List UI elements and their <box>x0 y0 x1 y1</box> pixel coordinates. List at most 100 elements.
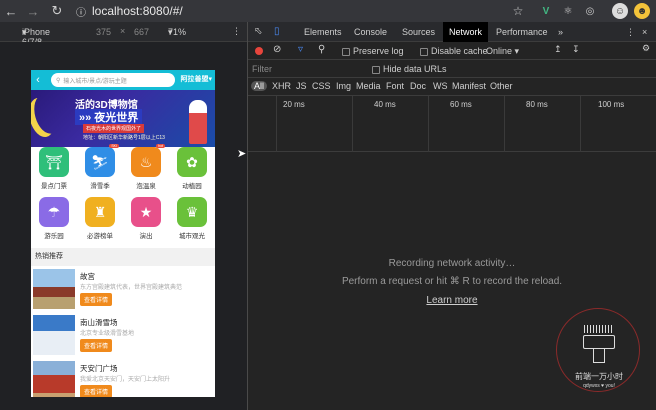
item-description: 东方宫殿建筑代表，世界宫殿建筑典范 <box>80 285 183 291</box>
category-zoo[interactable]: ✿ 动植园 <box>169 147 215 190</box>
banner-subtitle: »» 夜光世界 <box>75 109 143 125</box>
theater-icon: ★ <box>131 197 161 227</box>
details-button[interactable]: 查看详情 <box>80 293 113 306</box>
banner-tagline: 石夜光木的世界观国外了 <box>83 124 145 133</box>
type-js[interactable]: JS <box>296 81 307 91</box>
category-hotspring[interactable]: ♨ hot 泡温泉 <box>123 144 169 190</box>
watermark-logo: 前端一万小时 qdywxs ♥ you! <box>556 308 640 392</box>
category-tickets[interactable]: ⛩ 景点门票 <box>31 147 77 190</box>
dimension-separator-icon: × <box>120 26 126 36</box>
devtools-tabbar: ⬁ ▯ Elements Console Sources Network Per… <box>248 22 656 42</box>
react-devtools-icon[interactable]: ⚛ <box>560 3 576 19</box>
device-select[interactable]: iPhone 6/7/8 ▾ <box>22 27 50 47</box>
device-height[interactable]: 667 <box>134 27 149 37</box>
device-width[interactable]: 375 <box>96 27 111 37</box>
avatar[interactable]: ☺ <box>612 3 628 19</box>
more-options-icon[interactable]: ⋮ <box>232 26 241 37</box>
type-xhr[interactable]: XHR <box>272 81 291 91</box>
star-icon[interactable]: ☆ <box>510 3 526 19</box>
vue-devtools-icon[interactable]: V <box>538 3 554 19</box>
phone-screen: ‹ ⚲ 输入城市/景点/游玩主题 阿拉善盟▾ 活的3D博物馆 »» 夜光世界 石… <box>31 70 215 397</box>
category-sightseeing[interactable]: ♛ 城市观光 <box>169 197 215 240</box>
settings-icon[interactable]: ⚙ <box>642 43 650 54</box>
item-description: 我爱北京天安门，天安门上太阳升 <box>80 377 171 383</box>
type-img[interactable]: Img <box>336 81 351 91</box>
search-icon[interactable]: ⚲ <box>318 44 325 55</box>
item-title: 故宫 <box>80 272 95 281</box>
export-icon[interactable]: ↧ <box>572 44 580 55</box>
import-icon[interactable]: ↥ <box>554 44 562 55</box>
tab-sources[interactable]: Sources <box>402 22 435 42</box>
zoom-select[interactable]: 71% ▾ <box>168 27 186 38</box>
menu-icon[interactable]: ⋮ <box>626 22 635 42</box>
timeline-label: 40 ms <box>374 100 396 109</box>
throttle-select[interactable]: Online ▾ <box>486 46 519 57</box>
device-toggle-icon[interactable]: ▯ <box>274 22 280 42</box>
hide-data-urls-checkbox[interactable]: Hide data URLs <box>372 64 447 74</box>
tower-icon: ♛ <box>177 197 207 227</box>
close-icon[interactable]: × <box>642 22 647 42</box>
timeline-tick <box>504 96 505 152</box>
temple-icon: ⛩ <box>39 147 69 177</box>
type-doc[interactable]: Doc <box>410 81 426 91</box>
item-thumbnail <box>33 361 75 397</box>
disable-cache-checkbox[interactable]: Disable cache <box>420 46 488 56</box>
type-all[interactable]: All <box>251 81 268 91</box>
tab-performance[interactable]: Performance <box>496 22 548 42</box>
type-media[interactable]: Media <box>356 81 381 91</box>
category-badge: SKI <box>109 144 119 148</box>
timeline-label: 60 ms <box>450 100 472 109</box>
back-arrow-icon[interactable]: ← <box>0 0 22 22</box>
preserve-log-checkbox[interactable]: Preserve log <box>342 46 404 56</box>
type-css[interactable]: CSS <box>312 81 331 91</box>
umbrella-icon: ☂ <box>39 197 69 227</box>
network-timeline[interactable]: 20 ms 40 ms 60 ms 80 ms 100 ms <box>248 96 656 152</box>
tab-network[interactable]: Network <box>443 22 489 42</box>
hotspring-icon: ♨ hot <box>131 144 165 177</box>
list-item[interactable]: 南山滑雪场 北京专业级滑雪基地 查看详情 <box>31 313 215 357</box>
city-select[interactable]: 阿拉善盟▾ <box>180 74 212 84</box>
category-shows[interactable]: ★ 演出 <box>123 197 169 240</box>
type-font[interactable]: Font <box>386 81 404 91</box>
browser-toolbar: ← → ↻ ⓘ localhost:8080/#/ ☆ V ⚛ ◎ ☺ ☻ <box>0 0 656 22</box>
back-icon[interactable]: ‹ <box>31 74 45 86</box>
type-ws[interactable]: WS <box>433 81 448 91</box>
info-icon: ⓘ <box>76 7 86 19</box>
smile-icon[interactable]: ☻ <box>634 3 650 19</box>
type-manifest[interactable]: Manifest <box>452 81 486 91</box>
section-title: 热销推荐 <box>31 248 215 266</box>
details-button[interactable]: 查看详情 <box>80 339 113 352</box>
castle-icon: ♜ <box>85 197 115 227</box>
category-label: 必游榜单 <box>87 233 113 240</box>
learn-more-link[interactable]: Learn more <box>248 295 656 306</box>
timeline-tick <box>580 96 581 152</box>
category-ski[interactable]: ⛷ SKI 滑雪季 <box>77 144 123 190</box>
address-bar[interactable]: ⓘ localhost:8080/#/ <box>76 2 531 20</box>
forward-arrow-icon[interactable]: → <box>22 0 44 22</box>
timeline-tick <box>276 96 277 152</box>
record-icon[interactable] <box>255 47 263 55</box>
filter-icon[interactable]: ▿ <box>298 44 303 55</box>
promo-banner[interactable]: 活的3D博物馆 »» 夜光世界 石夜光木的世界观国外了 地址：朝阳区新华新路号1… <box>31 90 215 147</box>
list-item[interactable]: 故宫 东方宫殿建筑代表，世界宫殿建筑典范 查看详情 <box>31 267 215 311</box>
clear-icon[interactable]: ⊘ <box>273 44 281 55</box>
category-label: 滑雪季 <box>90 183 110 190</box>
details-button[interactable]: 查看详情 <box>80 385 113 397</box>
timeline-tick <box>428 96 429 152</box>
character-illustration <box>189 100 207 144</box>
tab-console[interactable]: Console <box>354 22 387 42</box>
timeline-tick <box>352 96 353 152</box>
tab-elements[interactable]: Elements <box>304 22 342 42</box>
app-header: ‹ ⚲ 输入城市/景点/游玩主题 阿拉善盟▾ <box>31 70 215 90</box>
reload-icon[interactable]: ↻ <box>46 0 68 22</box>
type-other[interactable]: Other <box>490 81 513 91</box>
search-input[interactable]: ⚲ 输入城市/景点/游玩主题 <box>51 73 175 87</box>
more-tabs-icon[interactable]: » <box>558 22 563 42</box>
device-toolbar: iPhone 6/7/8 ▾ 375 × 667 71% ▾ ⋮ <box>0 22 247 47</box>
extension-icon[interactable]: ◎ <box>582 3 598 19</box>
category-ranking[interactable]: ♜ 必游榜单 <box>77 197 123 240</box>
list-item[interactable]: 天安门广场 我爱北京天安门，天安门上太阳升 查看详情 <box>31 359 215 397</box>
filter-input[interactable]: Filter <box>252 64 272 74</box>
inspect-icon[interactable]: ⬁ <box>254 22 262 42</box>
category-amusement[interactable]: ☂ 游乐园 <box>31 197 77 240</box>
